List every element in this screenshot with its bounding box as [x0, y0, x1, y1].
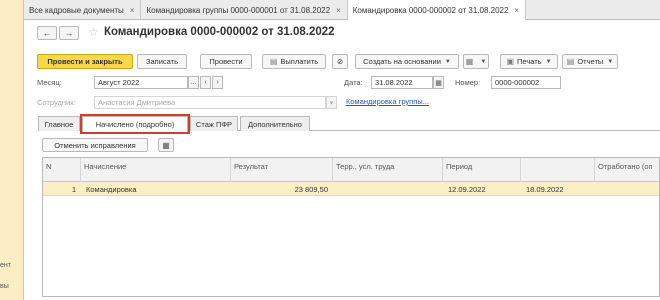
close-icon[interactable]: ×: [130, 6, 135, 15]
calculator-icon: ▦: [162, 140, 170, 150]
paperclip-icon: ⊘: [336, 57, 344, 66]
document-form: ← → ☆ Командировка 0000-000002 от 31.08.…: [24, 20, 660, 300]
post-button[interactable]: Провести: [200, 54, 252, 69]
cell-territory: [333, 182, 443, 196]
month-next-button[interactable]: ›: [212, 76, 223, 89]
window-tab-group-trip[interactable]: Командировка группы 0000-000001 от 31.08…: [141, 0, 348, 20]
attach-button[interactable]: ⊘: [332, 54, 348, 69]
left-panel: ент вы: [0, 0, 24, 300]
column-header-n[interactable]: N: [43, 158, 81, 182]
table-header: N Начисление Результат Терр., усл. труда…: [43, 158, 659, 182]
window-tab-label: Командировка группы 0000-000001 от 31.08…: [146, 5, 331, 15]
reports-button[interactable]: ▤ Отчеты ▼: [562, 54, 618, 69]
left-panel-text-2: вы: [0, 283, 9, 290]
window-tab-label: Все кадровые документы: [29, 5, 124, 15]
chevron-down-icon: ▼: [545, 58, 552, 65]
date-label: Дата:: [344, 78, 363, 87]
employee-field[interactable]: Анастасия Дмитриева: [94, 96, 326, 109]
print-label: Печать: [517, 57, 542, 66]
cell-period-to: 18.09.2022: [526, 185, 564, 194]
pay-button[interactable]: ▤ Выплатить: [262, 54, 326, 69]
column-header-territory[interactable]: Терр., усл. труда: [333, 158, 443, 182]
tab-additional[interactable]: Дополнительно: [240, 116, 310, 131]
table-row[interactable]: 1 Командировка 23 809,50 12.09.2022 18.0…: [43, 182, 659, 196]
column-header-result[interactable]: Результат: [231, 158, 333, 182]
cell-n: 1: [71, 185, 76, 194]
month-prev-button[interactable]: ‹: [200, 76, 211, 89]
number-label: Номер:: [455, 78, 481, 87]
pay-icon: ▤: [269, 57, 278, 66]
cell-accrual: Командировка: [86, 185, 137, 194]
print-button[interactable]: ▣ Печать ▼: [500, 54, 558, 69]
column-header-worked[interactable]: Отработано (оп: [595, 158, 659, 182]
page-title: Командировка 0000-000002 от 31.08.2022: [104, 26, 335, 38]
favorite-star-icon[interactable]: ☆: [88, 25, 99, 39]
left-panel-text-1: ент: [0, 262, 11, 269]
create-based-on-label: Создать на основании: [363, 57, 441, 66]
reports-label: Отчеты: [577, 57, 604, 66]
chevron-down-icon: ▼: [480, 58, 487, 65]
list-icon: ▦: [465, 57, 474, 66]
month-label: Месяц:: [37, 78, 62, 87]
number-field[interactable]: 0000-000002: [491, 76, 561, 89]
date-field[interactable]: 31.08.2022: [371, 76, 433, 89]
cell-period-from: 12.09.2022: [448, 185, 486, 194]
more-actions-button[interactable]: ▦ ▼: [463, 54, 489, 69]
column-header-accrual[interactable]: Начисление: [81, 158, 231, 182]
month-field[interactable]: Август 2022: [94, 76, 188, 89]
tab-accrued-detailed[interactable]: Начислено (подробно): [80, 114, 190, 134]
chevron-down-icon: ▼: [607, 58, 614, 65]
column-header-period-end[interactable]: [521, 158, 595, 182]
recalculate-button[interactable]: ▦: [158, 138, 174, 152]
chevron-down-icon: ▼: [444, 58, 451, 65]
window-tab-all-documents[interactable]: Все кадровые документы ×: [24, 0, 142, 20]
save-button[interactable]: Записать: [137, 54, 187, 69]
window-tab-trip[interactable]: Командировка 0000-000002 от 31.08.2022 ×: [347, 0, 527, 21]
window-tabbar: Все кадровые документы × Командировка гр…: [24, 0, 660, 21]
employee-label: Сотрудник:: [37, 98, 76, 107]
post-and-close-button[interactable]: Провести и закрыть: [37, 54, 133, 69]
form-tabs: Главное Начислено (подробно) Стаж ПФР До…: [38, 114, 660, 134]
back-button[interactable]: ←: [37, 26, 57, 40]
calendar-button[interactable]: ▦: [433, 76, 444, 89]
accruals-table: N Начисление Результат Терр., усл. труда…: [42, 157, 660, 297]
pay-label: Выплатить: [280, 57, 319, 66]
cancel-corrections-button[interactable]: Отменить исправления: [42, 138, 148, 152]
forward-button[interactable]: →: [59, 26, 79, 40]
close-icon[interactable]: ×: [336, 6, 341, 15]
close-icon[interactable]: ×: [514, 6, 519, 15]
employee-dropdown-button[interactable]: ▾: [326, 96, 337, 109]
tab-main[interactable]: Главное: [38, 116, 80, 131]
month-select-button[interactable]: …: [188, 76, 199, 89]
create-based-on-button[interactable]: Создать на основании ▼: [355, 54, 459, 69]
reports-icon: ▤: [566, 57, 575, 66]
cell-worked: [597, 182, 659, 196]
window-tab-label: Командировка 0000-000002 от 31.08.2022: [352, 6, 509, 15]
tab-pfr-experience[interactable]: Стаж ПФР: [190, 116, 238, 131]
print-icon: ▣: [506, 57, 515, 66]
cell-result: 23 809,50: [294, 185, 328, 194]
column-header-period[interactable]: Период: [443, 158, 521, 182]
group-trip-link[interactable]: Командировка группы...: [346, 97, 429, 106]
